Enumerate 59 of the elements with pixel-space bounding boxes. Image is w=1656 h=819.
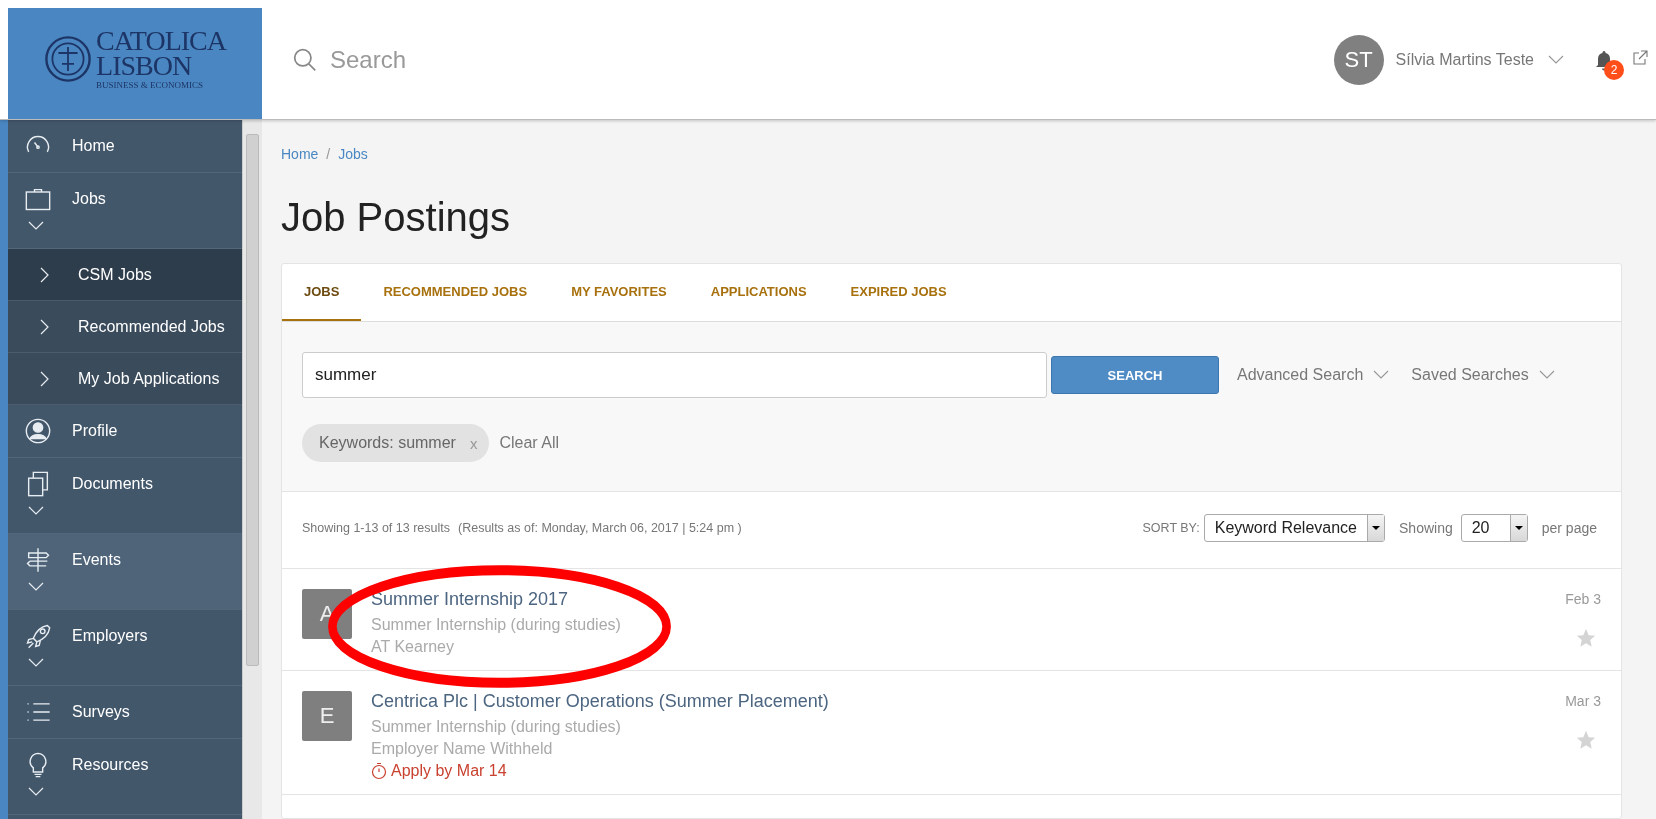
- avatar[interactable]: ST: [1333, 34, 1384, 85]
- chevron-down-icon: [1538, 370, 1555, 380]
- per-page-label: per page: [1541, 520, 1597, 536]
- employer-name: AT Kearney: [371, 638, 455, 656]
- logo[interactable]: CATOLICA LISBON BUSINESS & ECONOMICS: [8, 8, 262, 119]
- employer-avatar: E: [302, 691, 352, 741]
- sidebar-item[interactable]: Profile: [8, 405, 243, 458]
- search-icon: [292, 46, 318, 73]
- sidebar-subitem[interactable]: CSM Jobs: [8, 249, 243, 301]
- clear-all-link[interactable]: Clear All: [499, 434, 559, 452]
- keyword-field[interactable]: summer: [302, 352, 1047, 398]
- results-timestamp: (Results as of: Monday, March 06, 2017 | 5:24 pm ): [458, 521, 742, 535]
- tab[interactable]: APPLICATIONS: [688, 264, 829, 321]
- user-name[interactable]: Sílvia Martins Teste: [1395, 50, 1534, 69]
- signpost-icon: [24, 546, 52, 574]
- person-icon: [24, 417, 52, 445]
- job-title-link[interactable]: Centrica Plc | Customer Operations (Summer Placement): [371, 691, 1566, 712]
- filter-chip-label: Keywords: summer: [319, 434, 456, 452]
- chevron-down-icon[interactable]: [1548, 54, 1564, 65]
- job-type: Summer Internship (during studies): [371, 616, 622, 634]
- external-link-icon[interactable]: [1632, 50, 1648, 66]
- posted-date: Feb 3: [1565, 591, 1601, 607]
- search-button[interactable]: SEARCH: [1051, 356, 1219, 394]
- tab[interactable]: EXPIRED JOBS: [828, 264, 969, 321]
- logo-tagline: BUSINESS & ECONOMICS: [96, 80, 205, 89]
- saved-searches-dropdown[interactable]: Saved Searches: [1407, 366, 1559, 384]
- chevron-right-icon: [40, 318, 50, 335]
- advanced-search-dropdown[interactable]: Advanced Search: [1233, 366, 1394, 384]
- sort-label: SORT BY:: [1142, 521, 1200, 535]
- employer-name: Employer Name Withheld: [371, 740, 554, 758]
- apply-deadline: Apply by Mar 14: [391, 762, 507, 780]
- seal-icon: [44, 34, 93, 83]
- chevron-right-icon: [40, 266, 50, 283]
- logo-text: LISBON: [96, 53, 193, 79]
- sidebar-item[interactable]: Events: [8, 534, 243, 610]
- sidebar-subitem[interactable]: My Job Applications: [8, 353, 243, 405]
- sidebar-subitem[interactable]: Recommended Jobs: [8, 301, 243, 353]
- page-title: Job Postings: [281, 195, 512, 240]
- showing-label: Showing: [1399, 520, 1453, 536]
- chevron-right-icon: [40, 370, 50, 387]
- breadcrumb-link[interactable]: Jobs: [338, 146, 368, 162]
- job-type: Summer Internship (during studies): [371, 718, 622, 736]
- tab[interactable]: RECOMMENDED JOBS: [361, 264, 550, 321]
- per-page-select[interactable]: 20: [1460, 514, 1528, 542]
- timer-icon: [371, 762, 387, 780]
- chevron-down-icon: [1373, 370, 1390, 380]
- star-icon[interactable]: [1575, 729, 1597, 751]
- notification-badge: 2: [1604, 59, 1624, 80]
- rocket-icon: [24, 622, 52, 650]
- results-summary: Showing 1-13 of 13 results: [302, 521, 450, 535]
- logo-text: CATOLICA: [96, 28, 226, 54]
- star-icon[interactable]: [1575, 627, 1597, 649]
- scrollbar[interactable]: [242, 120, 262, 819]
- breadcrumb-separator: /: [326, 146, 331, 162]
- tab[interactable]: MY FAVORITES: [549, 264, 689, 321]
- posted-date: Mar 3: [1565, 693, 1601, 709]
- breadcrumb-link[interactable]: Home: [281, 146, 319, 162]
- sort-select[interactable]: Keyword Relevance: [1203, 514, 1385, 542]
- job-title-link[interactable]: Summer Internship 2017: [371, 589, 1566, 610]
